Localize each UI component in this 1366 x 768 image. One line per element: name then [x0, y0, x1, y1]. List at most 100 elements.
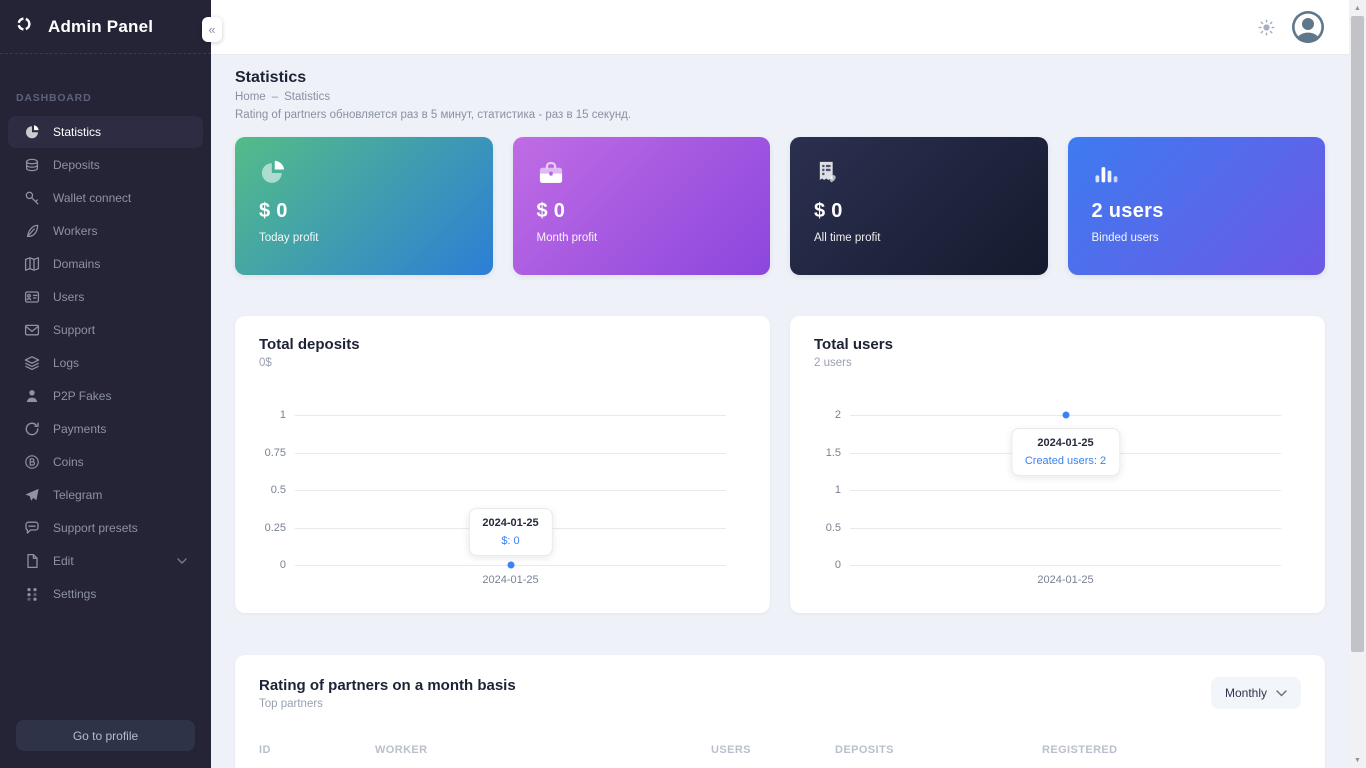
chart-title: Total users [814, 336, 893, 353]
sidebar-nav: Statistics Deposits Wallet connect Worke… [0, 116, 211, 720]
data-point[interactable] [507, 561, 514, 569]
y-tick-label: 2 [834, 409, 841, 421]
briefcase-icon [537, 159, 747, 187]
y-tick-label: 1 [279, 409, 286, 421]
paper-plane-icon [24, 487, 40, 503]
column-header-registered: REGISTERED [1042, 744, 1118, 756]
go-to-profile-button[interactable]: Go to profile [16, 720, 195, 751]
bitcoin-icon [24, 454, 40, 470]
sidebar-item-domains[interactable]: Domains [8, 248, 203, 280]
sidebar-item-deposits[interactable]: Deposits [8, 149, 203, 181]
page-title: Statistics [235, 69, 307, 86]
sidebar-item-label: Deposits [53, 158, 100, 172]
y-tick-label: 0.5 [825, 521, 841, 534]
brand-title: Admin Panel [48, 16, 154, 36]
theme-toggle-sun-icon[interactable] [1258, 18, 1275, 36]
chevron-down-icon [177, 558, 187, 564]
pie-chart-icon [24, 124, 40, 140]
stat-value: 2 users [1091, 200, 1164, 222]
partners-title: Rating of partners on a month basis [259, 677, 516, 694]
sidebar-item-label: Support presets [53, 521, 138, 535]
x-axis-label: 2024-01-25 [482, 574, 539, 586]
scroll-down-arrow[interactable]: ▼ [1349, 753, 1366, 767]
y-tick-label: 0.25 [264, 521, 286, 534]
chart-subtitle: 2 users [814, 357, 852, 369]
y-tick-label: 0 [834, 559, 841, 571]
refresh-icon [24, 421, 40, 437]
sidebar-item-p2p-fakes[interactable]: P2P Fakes [8, 380, 203, 412]
admin-panel-app: Admin Panel DASHBOARD Statistics Deposit… [0, 0, 1366, 768]
sidebar-item-coins[interactable]: Coins [8, 446, 203, 478]
breadcrumb: Home – Statistics [235, 91, 1325, 103]
column-header-deposits: DEPOSITS [835, 744, 894, 756]
partners-rating-card: Rating of partners on a month basis Top … [235, 655, 1325, 768]
partners-table-header: ID WORKER USERS DEPOSITS REGISTERED [259, 744, 1301, 756]
breadcrumb-home-link[interactable]: Home [235, 91, 266, 103]
stat-card-month-profit: $ 0 Month profit [512, 137, 770, 275]
sidebar-item-payments[interactable]: Payments [8, 413, 203, 445]
chart-tooltip: 2024-01-25 Created users: 2 [1010, 428, 1121, 476]
stat-value: $ 0 [814, 200, 843, 222]
data-point[interactable] [1062, 411, 1069, 419]
scrollbar-thumb[interactable] [1351, 16, 1364, 652]
user-avatar[interactable] [1292, 11, 1324, 43]
sidebar-item-wallet-connect[interactable]: Wallet connect [8, 182, 203, 214]
stat-card-binded-users: 2 users Binded users [1067, 137, 1325, 275]
id-card-icon [24, 289, 40, 305]
sidebar-collapse-button[interactable]: « [202, 17, 222, 42]
scrollbar[interactable]: ▲ ▼ [1349, 0, 1366, 768]
map-icon [24, 256, 40, 272]
sidebar-item-label: Telegram [53, 488, 103, 502]
sidebar-item-logs[interactable]: Logs [8, 347, 203, 379]
layers-icon [24, 355, 40, 371]
sidebar-item-support-presets[interactable]: Support presets [8, 512, 203, 544]
document-icon [24, 553, 40, 569]
period-select-value: Monthly [1224, 686, 1267, 700]
sidebar-item-label: Workers [53, 224, 98, 238]
chat-bubble-icon [24, 520, 40, 536]
stat-cards: $ 0 Today profit $ 0 Month profit $ 0 Al… [235, 137, 1325, 275]
column-header-users: USERS [711, 744, 751, 756]
sidebar-item-label: Statistics [53, 125, 102, 139]
chevron-down-icon [1276, 689, 1287, 697]
scroll-up-arrow[interactable]: ▲ [1349, 1, 1366, 15]
coins-icon [24, 157, 40, 173]
tooltip-title: 2024-01-25 [1037, 437, 1094, 449]
sidebar-item-label: Logs [53, 356, 80, 370]
feather-icon [24, 223, 40, 239]
sidebar-item-workers[interactable]: Workers [8, 215, 203, 247]
chart-title: Total deposits [259, 336, 360, 353]
top-header [211, 0, 1349, 55]
y-tick-label: 0 [279, 559, 286, 571]
sidebar-item-settings[interactable]: Settings [8, 578, 203, 610]
dots-grid-icon [24, 586, 40, 602]
sidebar-header: Admin Panel [0, 0, 211, 54]
stat-card-all-time-profit: $ 0 All time profit [790, 137, 1048, 275]
stat-label: All time profit [814, 232, 881, 244]
envelope-icon [24, 322, 40, 338]
period-select[interactable]: Monthly [1210, 677, 1301, 709]
receipt-icon [814, 159, 1024, 187]
sidebar-item-statistics[interactable]: Statistics [8, 116, 203, 148]
main-content: Statistics Home – Statistics Rating of p… [211, 56, 1349, 768]
partners-subtitle: Top partners [259, 698, 323, 710]
sidebar-item-label: Support [53, 323, 96, 337]
sidebar: Admin Panel DASHBOARD Statistics Deposit… [0, 0, 211, 768]
sidebar-item-label: Edit [53, 554, 74, 568]
y-tick-label: 1 [834, 484, 841, 496]
sidebar-item-label: Coins [53, 455, 84, 469]
sidebar-item-label: Wallet connect [53, 191, 132, 205]
column-header-id: ID [259, 744, 271, 756]
sidebar-item-users[interactable]: Users [8, 281, 203, 313]
stat-value: $ 0 [536, 200, 566, 222]
users-chart-plot: 2 1.5 1 0.5 0 2024-01-25 Created users: 2 2024-… [826, 409, 1281, 586]
sidebar-item-support[interactable]: Support [8, 314, 203, 346]
sidebar-item-edit[interactable]: Edit [8, 545, 203, 577]
y-tick-label: 0.5 [270, 484, 286, 496]
tooltip-value: $: 0 [501, 535, 520, 547]
stat-label: Today profit [259, 232, 319, 244]
sidebar-item-telegram[interactable]: Telegram [8, 479, 203, 511]
sidebar-item-label: Users [53, 290, 85, 304]
tooltip-title: 2024-01-25 [482, 517, 539, 529]
bar-chart-icon [1092, 159, 1302, 187]
